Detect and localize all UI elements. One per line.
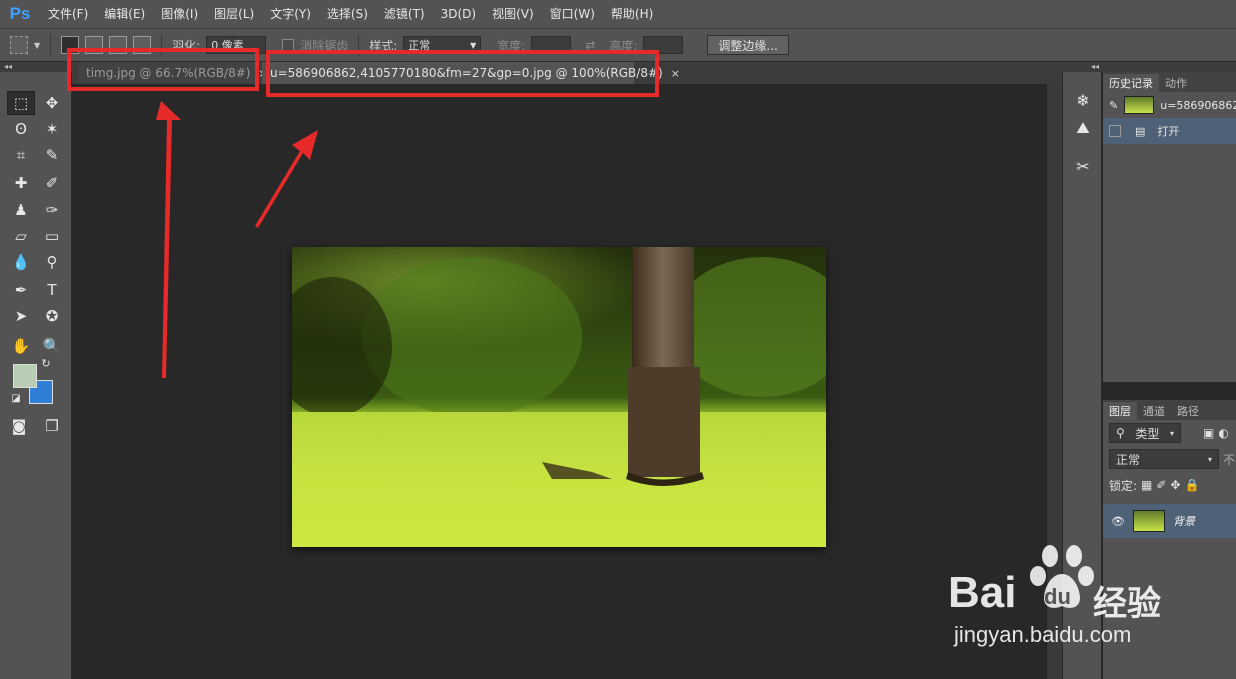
watermark-brand: Bai [948,568,1017,617]
tab-layers[interactable]: 图层 [1103,402,1137,420]
lock-row: 锁定: ▦ ✐ ✥ 🔒 [1103,472,1236,498]
step-label: 打开 [1157,125,1180,138]
watermark-brand-du: du [1044,584,1071,609]
layer-thumbnail [1132,510,1165,532]
baidu-watermark: Bai du 经验 jingyan.baidu.com [948,540,1178,660]
blend-mode-value: 正常 [1116,452,1141,467]
layer-filter-select[interactable]: ⚲ 类型 ▾ [1109,423,1181,443]
blend-mode-row: 正常 ▾ 不 [1103,446,1236,472]
search-icon: ⚲ [1116,426,1125,440]
history-brush-icon: ✎ [1109,98,1119,112]
lock-all-icon[interactable]: 🔒 [1185,478,1200,492]
blend-mode-select[interactable]: 正常 ▾ [1109,449,1219,469]
lock-label: 锁定: [1109,478,1138,493]
watermark-brand-cn: 经验 [1093,585,1161,623]
step-checkbox[interactable] [1109,125,1121,137]
histogram-icon[interactable]: ⛰ [1071,116,1095,140]
layers-panel-tabs: 图层 通道 路径 [1103,400,1236,420]
navigator-icon[interactable]: ❄ [1071,88,1095,112]
snapshot-thumbnail [1124,96,1155,114]
arrow-up-icon [156,101,181,378]
tab-channels[interactable]: 通道 [1137,402,1171,420]
image-filter-icon[interactable]: ▣ [1203,426,1214,440]
layer-filter-row: ⚲ 类型 ▾ ▣ ◐ [1103,420,1236,446]
tools-preset-icon[interactable]: ✂ [1071,154,1095,178]
visibility-eye-icon[interactable]: 👁 [1111,515,1125,528]
history-step-open[interactable]: ▤ 打开 [1103,118,1236,144]
document-icon: ▤ [1135,124,1146,138]
snapshot-label: u=586906862 [1160,98,1236,112]
lock-pixels-icon[interactable]: ✐ [1156,478,1166,492]
tab-history[interactable]: 历史记录 [1103,74,1159,92]
layer-name: 背景 [1172,515,1195,528]
history-panel-tabs: 历史记录 动作 [1103,72,1236,92]
tab-paths[interactable]: 路径 [1171,402,1205,420]
chevron-down-icon: ▾ [1169,428,1174,438]
layer-background[interactable]: 👁 背景 [1103,504,1236,538]
opacity-label: 不 [1223,452,1236,467]
history-panel: 历史记录 动作 ✎ u=586906862 ▤ 打开 [1103,72,1236,382]
watermark-url: jingyan.baidu.com [954,622,1132,647]
lock-position-icon[interactable]: ✥ [1170,478,1180,492]
history-snapshot[interactable]: ✎ u=586906862 [1103,92,1236,118]
chevron-down-icon: ▾ [1207,454,1212,464]
arrow-diagonal-icon [255,130,318,228]
tab-actions[interactable]: 动作 [1159,74,1193,92]
filter-label: 类型 [1135,426,1160,441]
lock-transparency-icon[interactable]: ▦ [1141,478,1152,492]
adjustment-filter-icon[interactable]: ◐ [1218,426,1228,440]
